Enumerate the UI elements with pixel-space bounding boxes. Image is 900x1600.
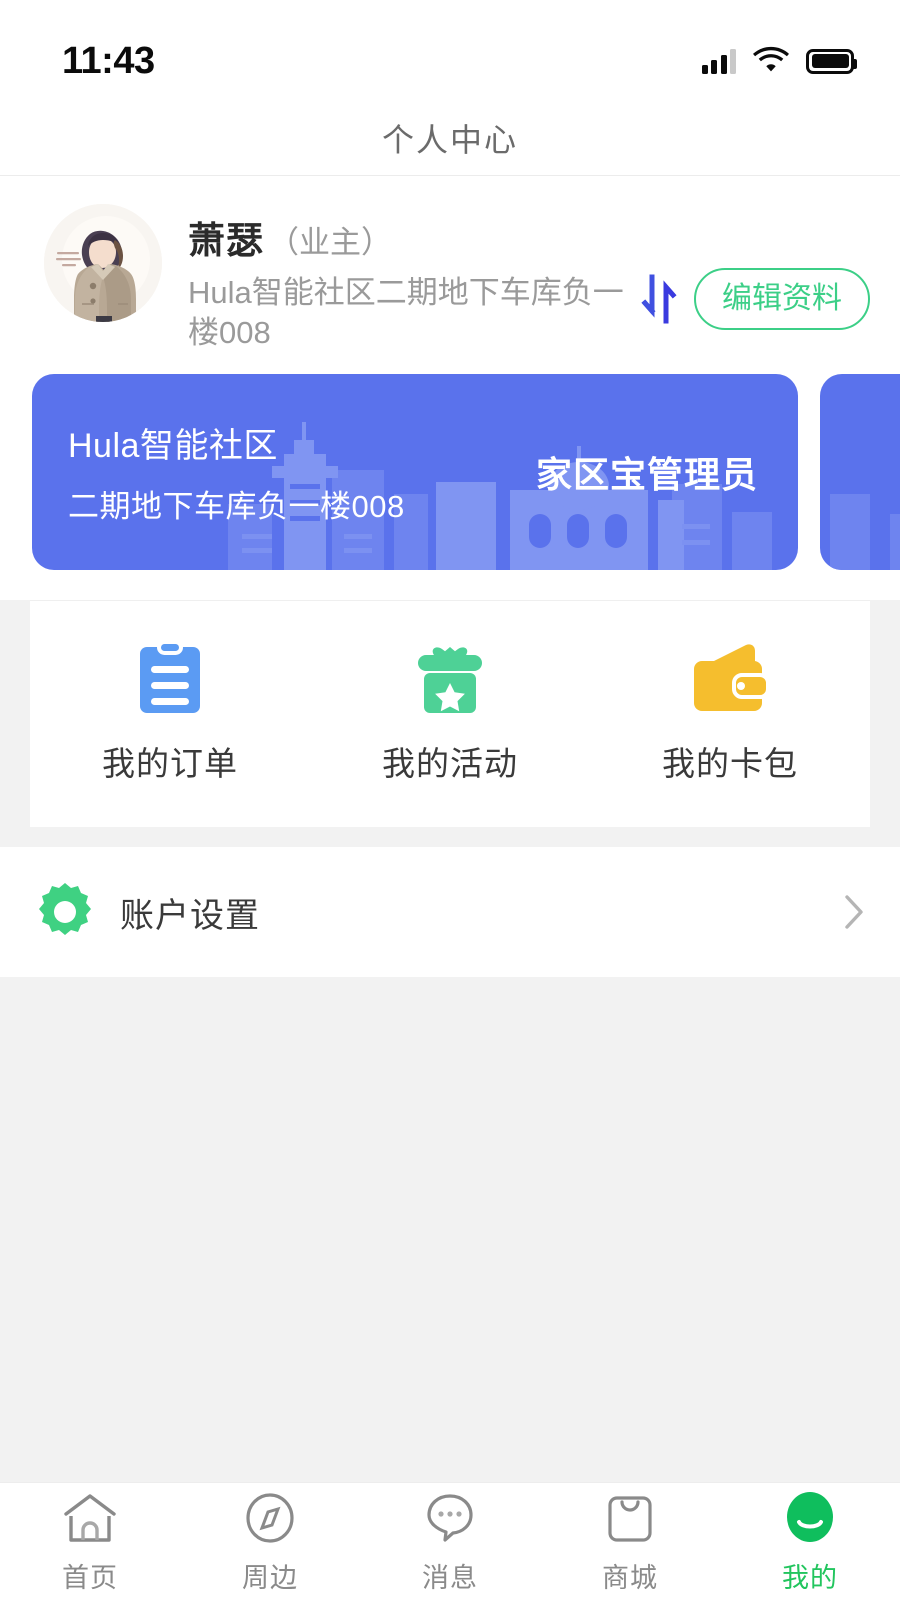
community-cards-carousel[interactable]: Hula智能社区 二期地下车库负一楼008 家区宝管理员 (0, 374, 900, 571)
community-card[interactable]: Hula智能社区 二期地下车库负一楼008 家区宝管理员 (32, 374, 798, 571)
profile-row: 萧瑟 （业主） Hula智能社区二期地下车库负一楼008 编辑资料 (0, 176, 900, 362)
compass-icon (241, 1489, 299, 1547)
edit-profile-button[interactable]: 编辑资料 (694, 268, 870, 330)
avatar[interactable] (44, 204, 162, 322)
gift-icon (408, 637, 492, 721)
tab-label: 商城 (602, 1562, 658, 1593)
tab-home[interactable]: 首页 (0, 1489, 180, 1595)
tab-label: 首页 (62, 1562, 118, 1593)
chat-icon (421, 1489, 479, 1547)
profile-name-row: 萧瑟 （业主） (188, 210, 640, 264)
cellular-signal-icon (701, 48, 736, 74)
account-settings-label: 账户设置 (120, 896, 260, 935)
tab-profile[interactable]: 我的 (720, 1489, 900, 1595)
status-bar-clock: 11:43 (62, 40, 155, 82)
switch-account-icon[interactable] (640, 273, 680, 325)
tab-label: 周边 (242, 1562, 298, 1593)
gear-icon (34, 881, 96, 943)
status-bar: 11:43 (0, 0, 900, 100)
city-skyline-illustration (830, 494, 900, 571)
status-bar-icons (701, 45, 857, 77)
quick-actions-row: 我的订单 我的活动 我的卡包 (30, 601, 870, 827)
chevron-right-icon (844, 894, 864, 930)
avatar-illustration (44, 204, 162, 322)
profile-info: 萧瑟 （业主） Hula智能社区二期地下车库负一楼008 (188, 204, 640, 352)
profile-section: 萧瑟 （业主） Hula智能社区二期地下车库负一楼008 编辑资料 (0, 176, 900, 363)
community-card-address: 二期地下车库负一楼008 (68, 489, 405, 525)
tab-shop[interactable]: 商城 (540, 1489, 720, 1595)
bottom-tab-bar: 首页 周边 消息 商城 我的 (0, 1482, 900, 1600)
page-title: 个人中心 (381, 121, 518, 158)
quick-action-cards[interactable]: 我的卡包 (590, 637, 870, 785)
tab-label: 我的 (782, 1562, 838, 1593)
wallet-icon (688, 637, 772, 721)
tab-messages[interactable]: 消息 (360, 1489, 540, 1595)
account-settings-row[interactable]: 账户设置 (0, 847, 900, 978)
community-card-name: Hula智能社区 (68, 427, 278, 466)
shop-bag-icon (601, 1489, 659, 1547)
community-card-text: Hula智能社区 二期地下车库负一楼008 (32, 418, 405, 526)
community-cards-section: Hula智能社区 二期地下车库负一楼008 家区宝管理员 (0, 362, 900, 601)
clipboard-icon (128, 637, 212, 721)
page-body-empty (0, 977, 900, 1482)
profile-actions: 编辑资料 (640, 204, 870, 330)
quick-action-orders[interactable]: 我的订单 (30, 637, 310, 785)
tab-nearby[interactable]: 周边 (180, 1489, 360, 1595)
home-icon (61, 1489, 119, 1547)
quick-action-label: 我的卡包 (662, 745, 798, 783)
tab-label: 消息 (422, 1562, 478, 1593)
user-name: 萧瑟 (188, 220, 264, 261)
profile-icon (781, 1489, 839, 1547)
community-card-role: 家区宝管理员 (535, 454, 758, 496)
user-role: （业主） (268, 225, 392, 260)
community-card-next[interactable] (820, 374, 900, 571)
phone-screen: 11:43 个人中心 萧瑟 （业主） Hula智能社区二期地下车库负一楼008 … (0, 0, 900, 1600)
user-address: Hula智能社区二期地下车库负一楼008 (188, 275, 624, 350)
quick-actions-section: 我的订单 我的活动 我的卡包 (30, 600, 870, 828)
quick-action-label: 我的订单 (102, 745, 238, 783)
quick-action-label: 我的活动 (382, 745, 518, 783)
section-divider (0, 827, 900, 848)
battery-icon (806, 48, 857, 74)
wifi-icon (753, 45, 789, 77)
page-header: 个人中心 (0, 100, 900, 176)
quick-action-activities[interactable]: 我的活动 (310, 637, 590, 785)
